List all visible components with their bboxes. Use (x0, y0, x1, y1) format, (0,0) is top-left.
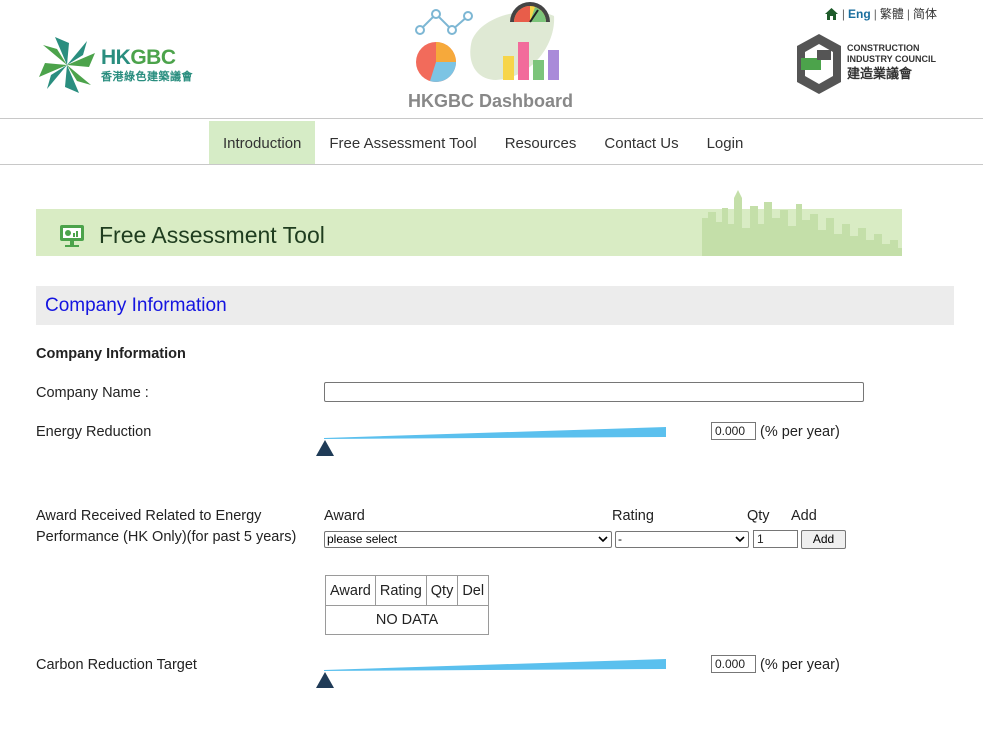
cic-logo-line3: 建造業議會 (847, 66, 913, 81)
lang-english-link[interactable]: Eng (848, 7, 871, 21)
energy-reduction-label: Energy Reduction (36, 424, 152, 440)
rating-select-value: - (618, 532, 622, 546)
dashboard-logo[interactable]: HKGBC Dashboard (404, 0, 574, 115)
award-table-header-award: Award (325, 575, 376, 606)
nav-item-free-assessment-tool[interactable]: Free Assessment Tool (315, 121, 490, 164)
hkgbc-pinwheel-icon (39, 37, 95, 93)
award-table-header-row: Award Rating Qty Del (325, 575, 490, 606)
section-title: Company Information (45, 295, 227, 316)
carbon-reduction-label: Carbon Reduction Target (36, 657, 197, 673)
award-table-empty-message: NO DATA (324, 605, 490, 635)
hkgbc-logo-gbc: GBC (130, 46, 176, 69)
award-label-line2: Performance (HK Only)(for past 5 years) (36, 529, 297, 545)
chevron-down-icon (598, 536, 608, 543)
energy-slider-handle[interactable] (316, 440, 334, 456)
assessment-tool-icon (60, 225, 84, 247)
page-banner: Free Assessment Tool (36, 178, 902, 256)
award-table-header-rating: Rating (374, 575, 427, 606)
company-name-input[interactable] (324, 382, 864, 402)
energy-reduction-value-input[interactable]: 0.000 (711, 422, 756, 440)
award-column-header: Award (324, 508, 365, 524)
energy-reduction-unit: (% per year) (760, 424, 840, 440)
add-column-header: Add (791, 508, 817, 524)
qty-input[interactable]: 1 (753, 530, 798, 548)
carbon-slider-track (324, 659, 666, 671)
language-switcher: | Eng | 繁體 | 简体 (824, 5, 937, 22)
carbon-reduction-slider[interactable] (316, 658, 669, 688)
form-subheading: Company Information (36, 346, 186, 362)
cic-logo-line1: CONSTRUCTION (847, 43, 920, 53)
carbon-reduction-unit: (% per year) (760, 657, 840, 673)
award-table-header-qty: Qty (425, 575, 459, 606)
rating-select[interactable]: - (615, 531, 749, 548)
skyline-graphic (702, 190, 902, 256)
lang-traditional-link[interactable]: 繁體 (880, 5, 904, 22)
site-header: | Eng | 繁體 | 简体 HKGBC 香港綠色建築議會 HKGBC Das… (0, 0, 983, 118)
award-select-value: please select (327, 532, 398, 546)
rating-column-header: Rating (612, 508, 654, 524)
nav-item-introduction[interactable]: Introduction (209, 121, 316, 164)
award-table-header-del: Del (457, 575, 490, 606)
lang-separator: | (873, 6, 877, 21)
hkgbc-logo-hk: HK (101, 46, 131, 69)
award-table: Award Rating Qty Del NO DATA (324, 575, 490, 635)
award-select[interactable]: please select (324, 531, 612, 548)
banner-title: Free Assessment Tool (99, 222, 325, 248)
nav-item-login[interactable]: Login (693, 121, 758, 164)
carbon-slider-handle[interactable] (316, 672, 334, 688)
nav-item-resources[interactable]: Resources (491, 121, 591, 164)
carbon-reduction-value-input[interactable]: 0.000 (711, 655, 756, 673)
lang-separator: | (841, 6, 846, 21)
energy-slider-track (324, 427, 666, 439)
section-header: Company Information (36, 286, 954, 325)
award-label-line1: Award Received Related to Energy (36, 508, 262, 524)
dashboard-logo-title: HKGBC Dashboard (408, 91, 574, 111)
hkgbc-logo[interactable]: HKGBC 香港綠色建築議會 (35, 32, 210, 98)
cic-logo-line2: INDUSTRY COUNCIL (847, 54, 937, 64)
home-icon[interactable] (824, 7, 839, 21)
energy-reduction-slider[interactable] (316, 426, 669, 456)
cic-logo[interactable]: CONSTRUCTION INDUSTRY COUNCIL 建造業議會 (795, 32, 945, 96)
dashboard-logo-graphic (415, 2, 559, 82)
award-table-empty-row: NO DATA (324, 605, 490, 635)
hkgbc-logo-chinese: 香港綠色建築議會 (101, 71, 193, 83)
cic-logo-mark (797, 34, 841, 94)
chevron-down-icon (735, 536, 745, 543)
main-nav: Introduction Free Assessment Tool Resour… (0, 118, 983, 165)
add-award-button[interactable]: Add (801, 530, 846, 549)
lang-simplified-link[interactable]: 简体 (913, 5, 937, 22)
qty-column-header: Qty (747, 508, 770, 524)
lang-separator: | (906, 6, 910, 21)
company-name-label: Company Name : (36, 385, 149, 401)
nav-item-contact-us[interactable]: Contact Us (590, 121, 692, 164)
